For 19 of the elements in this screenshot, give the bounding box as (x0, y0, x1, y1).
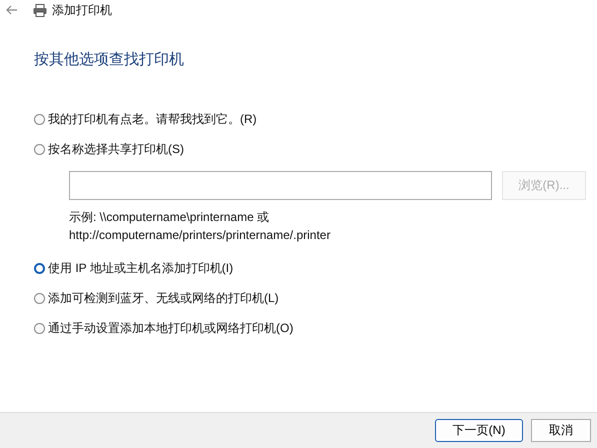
radio-button[interactable] (34, 144, 45, 154)
radio-option[interactable]: 使用 IP 地址或主机名添加打印机(I) (34, 260, 597, 276)
radio-button[interactable] (34, 262, 45, 274)
example-text: http://computername/printers/printername/.printer (69, 227, 332, 244)
printer-name-field[interactable] (69, 171, 492, 200)
window-title: 添加打印机 (52, 2, 112, 18)
cancel-button[interactable]: 取消 (531, 419, 591, 442)
example-text: 示例: \\computername\printername 或 (69, 209, 270, 226)
next-button[interactable]: 下一页(N) (435, 419, 523, 442)
radio-button[interactable] (34, 292, 45, 304)
printer-icon (33, 4, 47, 16)
radio-option[interactable]: 通过手动设置添加本地打印机或网络打印机(O) (34, 320, 597, 336)
radio-button[interactable] (34, 322, 45, 334)
radio-option[interactable]: 我的打印机有点老。请帮我找到它。(R) (34, 111, 597, 127)
radio-option[interactable]: 按名称选择共享打印机(S) (34, 141, 597, 157)
radio-button[interactable] (34, 114, 45, 124)
back-arrow-icon[interactable] (6, 5, 18, 15)
page-heading: 按其他选项查找打印机 (34, 50, 185, 70)
radio-option[interactable]: 添加可检测到蓝牙、无线或网络的打印机(L) (34, 290, 597, 306)
